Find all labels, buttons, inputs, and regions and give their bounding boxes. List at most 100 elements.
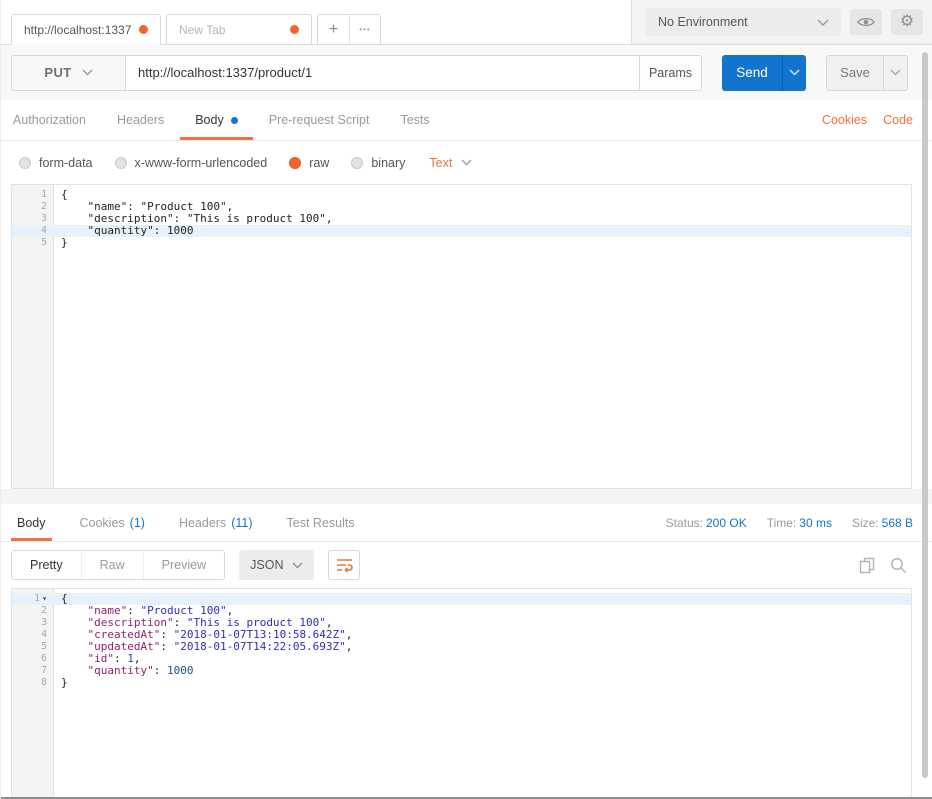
fold-caret-icon[interactable]: ▾ <box>42 593 47 605</box>
response-tab-body[interactable]: Body <box>17 504 46 541</box>
request-tab-active[interactable]: http://localhost:1337/ <box>11 14 161 45</box>
save-options-button[interactable] <box>884 55 908 91</box>
radio-selected-icon <box>289 157 301 169</box>
response-tab-test-results[interactable]: Test Results <box>287 504 355 541</box>
send-button-group: Send <box>722 55 806 91</box>
copy-button[interactable] <box>859 557 875 574</box>
radio-icon <box>19 157 31 169</box>
response-tab-headers[interactable]: Headers (11) <box>179 504 253 541</box>
tab-authorization[interactable]: Authorization <box>13 100 86 140</box>
save-button[interactable]: Save <box>826 55 884 91</box>
request-body-lines: 1{2 "name": "Product 100",3 "description… <box>12 185 911 249</box>
code-line-4: 4 "quantity": 1000 <box>12 225 911 237</box>
chevron-down-icon <box>461 159 472 166</box>
line-number: 6 <box>12 653 53 665</box>
response-format-dropdown[interactable]: JSON <box>239 550 314 580</box>
line-number: 3 <box>12 213 53 225</box>
send-button[interactable]: Send <box>722 55 782 91</box>
response-toolbar: Pretty Raw Preview JSON <box>1 542 932 588</box>
line-number: 5 <box>12 641 53 653</box>
tab-body[interactable]: Body <box>195 100 238 140</box>
code-text: } <box>53 677 68 689</box>
request-links: Cookies Code <box>822 100 913 140</box>
radio-form-data[interactable]: form-data <box>19 156 93 170</box>
radio-icon <box>115 157 127 169</box>
view-raw-button[interactable]: Raw <box>81 551 143 579</box>
view-switcher: Pretty Raw Preview <box>11 550 225 580</box>
environment-selector[interactable]: No Environment <box>646 8 841 36</box>
unsaved-indicator-icon <box>139 25 148 34</box>
line-number: 4 <box>12 629 53 641</box>
environment-quicklook-button[interactable] <box>850 9 882 35</box>
body-type-row: form-data x-www-form-urlencoded raw bina… <box>1 141 932 184</box>
radio-icon <box>351 157 363 169</box>
line-number: 2 <box>12 605 53 617</box>
chevron-down-icon <box>292 562 303 569</box>
tab-title: http://localhost:1337/ <box>24 23 131 37</box>
tab-strip: http://localhost:1337/ New Tab + ••• <box>1 0 631 44</box>
tab-title: New Tab <box>179 23 225 37</box>
format-value: Text <box>429 156 452 170</box>
format-dropdown[interactable]: Text <box>429 156 472 170</box>
code-text: } <box>53 237 68 249</box>
gear-icon: ⚙ <box>900 14 914 30</box>
code-link[interactable]: Code <box>883 113 913 127</box>
response-body-lines: 1▾{2 "name": "Product 100",3 "descriptio… <box>12 589 911 689</box>
view-pretty-button[interactable]: Pretty <box>12 551 81 579</box>
chevron-down-icon <box>817 19 829 26</box>
line-number: 5 <box>12 237 53 249</box>
response-body-editor[interactable]: 1▾{2 "name": "Product 100",3 "descriptio… <box>11 588 912 799</box>
url-input[interactable] <box>125 55 640 91</box>
chevron-down-icon <box>789 69 800 76</box>
wrap-lines-button[interactable] <box>328 550 360 580</box>
settings-button[interactable]: ⚙ <box>891 9 923 35</box>
environment-selected-value: No Environment <box>658 15 748 29</box>
response-tab-cookies[interactable]: Cookies (1) <box>80 504 145 541</box>
request-builder: PUT Params Send Save <box>1 45 932 100</box>
tab-actions: + ••• <box>317 14 381 45</box>
environment-area: No Environment ⚙ <box>631 0 932 44</box>
save-button-group: Save <box>826 55 908 91</box>
request-body-editor[interactable]: 1{2 "name": "Product 100",3 "description… <box>11 184 912 489</box>
line-number: 4 <box>12 225 53 237</box>
response-actions <box>859 557 907 574</box>
top-bar: http://localhost:1337/ New Tab + ••• No … <box>1 0 932 45</box>
time-badge: Time:30 ms <box>767 516 832 530</box>
wrap-lines-icon <box>336 557 353 573</box>
search-button[interactable] <box>890 557 907 574</box>
chevron-down-icon <box>890 69 901 76</box>
radio-x-www-form-urlencoded[interactable]: x-www-form-urlencoded <box>115 156 268 170</box>
tab-tests[interactable]: Tests <box>400 100 429 140</box>
eye-icon <box>857 16 875 28</box>
send-options-button[interactable] <box>782 55 806 91</box>
request-tab-new[interactable]: New Tab <box>166 14 312 45</box>
response-format-value: JSON <box>250 558 283 572</box>
postman-window: http://localhost:1337/ New Tab + ••• No … <box>0 0 932 799</box>
cookies-link[interactable]: Cookies <box>822 113 867 127</box>
window-scrollbar[interactable] <box>922 52 928 778</box>
radio-binary[interactable]: binary <box>351 156 405 170</box>
tab-headers[interactable]: Headers <box>117 100 164 140</box>
params-button[interactable]: Params <box>639 55 702 91</box>
code-line-5: 5} <box>12 237 911 249</box>
tab-options-button[interactable]: ••• <box>349 15 380 44</box>
line-number: 7 <box>12 665 53 677</box>
plus-icon: + <box>329 22 338 38</box>
tab-pre-request-script[interactable]: Pre-request Script <box>269 100 370 140</box>
ellipsis-icon: ••• <box>359 25 370 34</box>
code-line-7: 7 "quantity": 1000 <box>12 665 911 677</box>
line-number: 3 <box>12 617 53 629</box>
headers-count-badge: (11) <box>231 516 252 530</box>
status-badge: Status:200 OK <box>666 516 747 530</box>
search-icon <box>890 557 907 574</box>
radio-raw[interactable]: raw <box>289 156 329 170</box>
line-number: 1 <box>12 189 53 201</box>
open-new-tab-button[interactable]: + <box>318 15 349 44</box>
unsaved-indicator-icon <box>290 25 299 34</box>
view-preview-button[interactable]: Preview <box>143 551 224 579</box>
url-group: PUT Params <box>11 55 702 91</box>
method-dropdown[interactable]: PUT <box>11 55 126 91</box>
line-number: 2 <box>12 201 53 213</box>
code-line-5: 5 "updatedAt": "2018-01-07T14:22:05.693Z… <box>12 641 911 653</box>
cookies-count-badge: (1) <box>130 516 145 530</box>
